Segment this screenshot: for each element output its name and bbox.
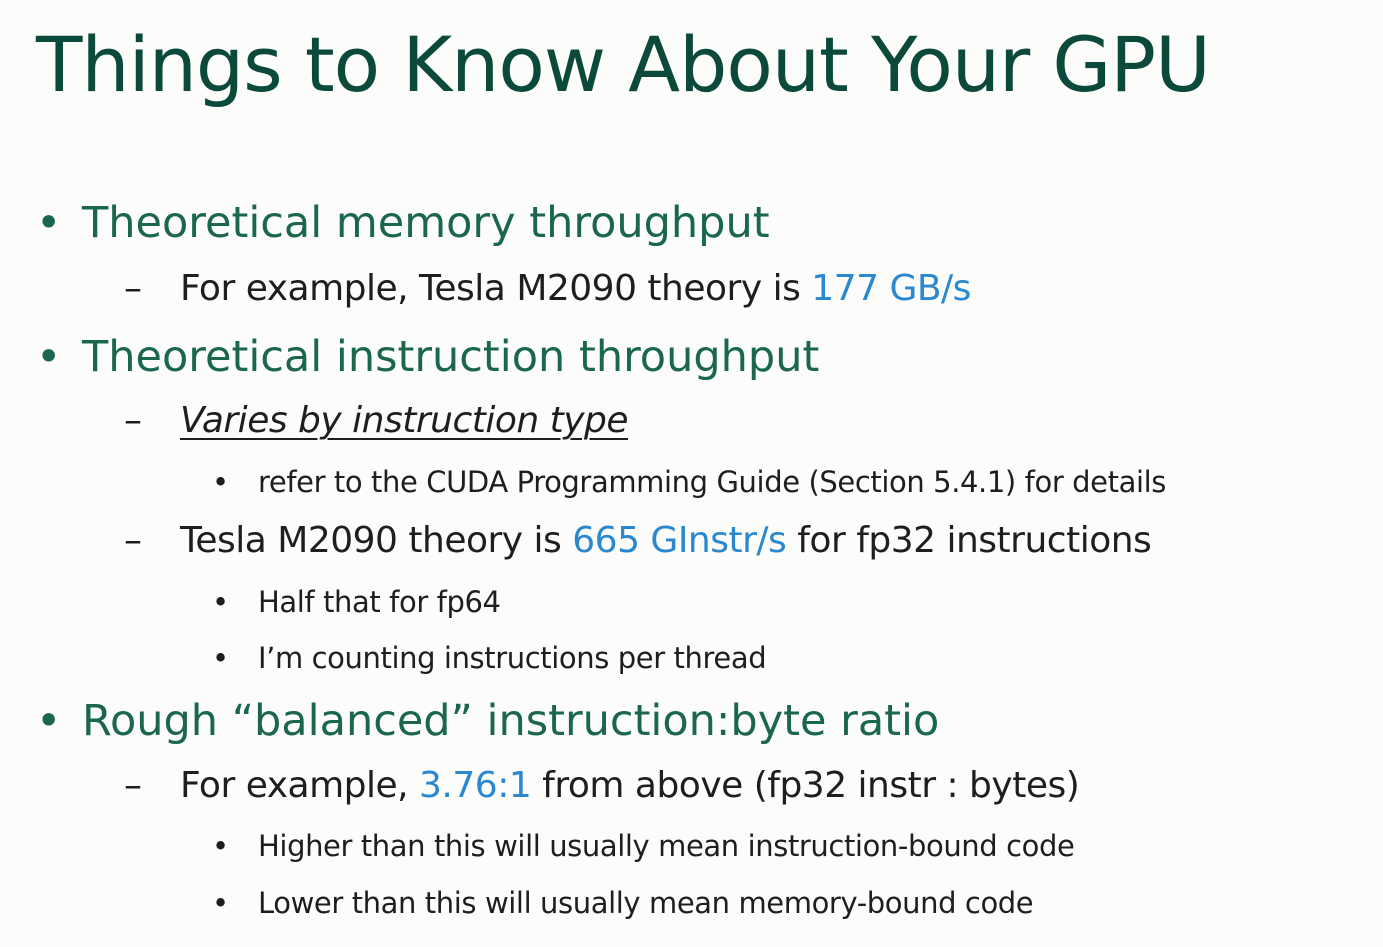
bullet-text: refer to the CUDA Programming Guide (Sec… — [258, 465, 1166, 499]
bullet-text: Higher than this will usually mean instr… — [258, 829, 1075, 863]
bullet-dash: – — [124, 765, 142, 806]
bullet-text: Lower than this will usually mean memory… — [258, 886, 1034, 920]
highlight-value: 665 GInstr/s — [572, 520, 787, 561]
sub-bullet-m2090-instr: – Tesla M2090 theory is 665 GInstr/s for … — [124, 520, 1152, 561]
bullet-dot: • — [212, 465, 229, 499]
sub-sub-bullet-fp64: • Half that for fp64 — [212, 585, 501, 619]
bullet-dot: • — [36, 332, 62, 382]
sub-sub-bullet-per-thread: • I’m counting instructions per thread — [212, 641, 767, 675]
sub-sub-bullet-lower: • Lower than this will usually mean memor… — [212, 886, 1034, 920]
bullet-memory-throughput: • Theoretical memory throughput — [36, 198, 770, 248]
highlight-value: 3.76:1 — [419, 765, 532, 806]
bullet-dot: • — [212, 829, 229, 863]
bullet-dot: • — [212, 886, 229, 920]
sub-sub-bullet-higher: • Higher than this will usually mean inst… — [212, 829, 1075, 863]
bullet-dot: • — [212, 641, 229, 675]
bullet-dot: • — [36, 696, 62, 746]
bullet-dash: – — [124, 520, 142, 561]
bullet-text: For example, Tesla M2090 theory is — [180, 268, 812, 309]
sub-bullet-varies: – Varies by instruction type — [124, 400, 629, 441]
sub-bullet-ratio-example: – For example, 3.76:1 from above (fp32 in… — [124, 765, 1080, 806]
sub-sub-bullet-cuda-guide: • refer to the CUDA Programming Guide (Se… — [212, 465, 1166, 499]
bullet-instruction-throughput: • Theoretical instruction throughput — [36, 332, 819, 382]
bullet-dash: – — [124, 268, 142, 309]
bullet-dot: • — [36, 198, 62, 248]
slide-title: Things to Know About Your GPU — [36, 20, 1211, 109]
bullet-text: from above (fp32 instr : bytes) — [531, 765, 1080, 806]
bullet-text: Theoretical memory throughput — [82, 198, 770, 248]
bullet-text: I’m counting instructions per thread — [258, 641, 767, 675]
bullet-text: Half that for fp64 — [258, 585, 501, 619]
bullet-balanced-ratio: • Rough “balanced” instruction:byte ratio — [36, 696, 939, 746]
bullet-text: For example, — [180, 765, 420, 806]
sub-bullet-m2090-memory: – For example, Tesla M2090 theory is 177 … — [124, 268, 971, 309]
bullet-dash: – — [124, 400, 142, 441]
bullet-text: Theoretical instruction throughput — [82, 332, 820, 382]
highlight-value: 177 GB/s — [811, 268, 971, 309]
bullet-text: Rough “balanced” instruction:byte ratio — [82, 696, 940, 746]
bullet-text: Tesla M2090 theory is — [180, 520, 573, 561]
bullet-dot: • — [212, 585, 229, 619]
bullet-text: Varies by instruction type — [180, 400, 629, 441]
bullet-text: for fp32 instructions — [786, 520, 1152, 561]
